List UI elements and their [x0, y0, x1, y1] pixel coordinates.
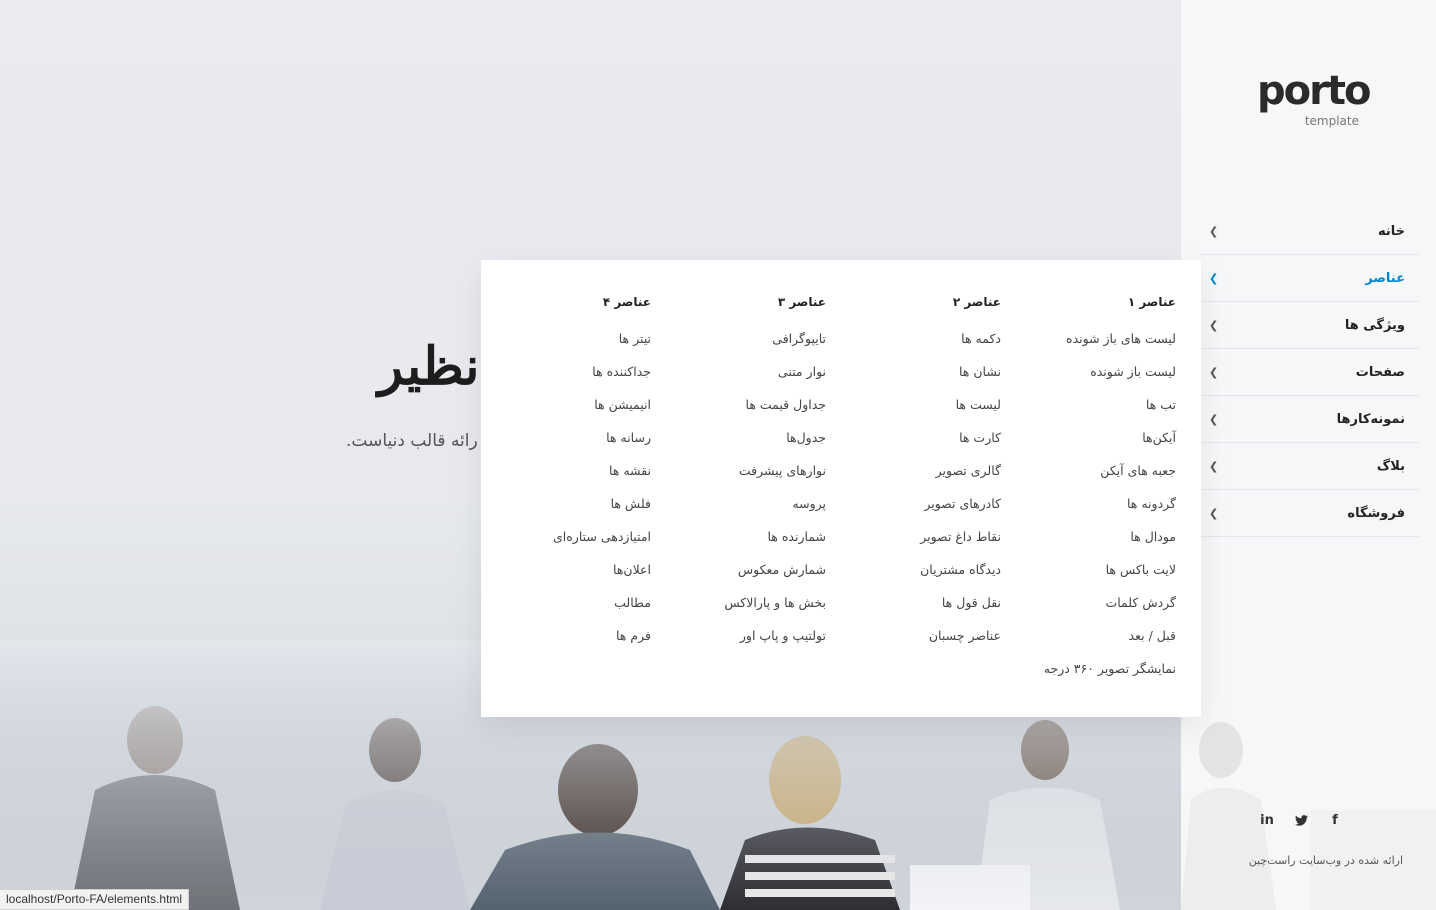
menu-link[interactable]: تولتیپ و پاپ اور [651, 623, 826, 656]
nav-item-label: عناصر [1365, 270, 1405, 286]
chevron-left-icon: ❯ [1209, 365, 1219, 379]
elements-mega-menu: عناصر ۱ لیست های باز شونده لیست باز شوند… [481, 260, 1201, 717]
logo-wordmark: porto [1257, 68, 1371, 114]
chevron-left-icon: ❯ [1209, 271, 1219, 285]
menu-link[interactable]: تب ها [1001, 392, 1176, 425]
menu-link[interactable]: نشان ها [826, 359, 1001, 392]
menu-link[interactable]: لایت باکس ها [1001, 557, 1176, 590]
menu-link[interactable]: نمایشگر تصویر ۳۶۰ درجه [1001, 656, 1176, 689]
chevron-left-icon: ❯ [1209, 506, 1219, 520]
nav-item-label: صفحات [1355, 364, 1405, 380]
menu-link[interactable]: نوارهای پیشرفت [651, 458, 826, 491]
menu-link[interactable]: نوار متنی [651, 359, 826, 392]
nav-item-label: خانه [1377, 223, 1405, 239]
logo-tagline: template [1304, 114, 1359, 128]
menu-link[interactable]: کادرهای تصویر [826, 491, 1001, 524]
menu-link[interactable]: تایپوگرافی [651, 326, 826, 359]
menu-link[interactable]: انیمیشن ها [476, 392, 651, 425]
menu-link[interactable]: فرم ها [476, 623, 651, 656]
menu-link[interactable]: شمارش معکوس [651, 557, 826, 590]
sidebar-photo [1181, 690, 1436, 910]
nav-item-blog[interactable]: بلاگ ❯ [1199, 443, 1419, 490]
menu-link[interactable]: نقشه ها [476, 458, 651, 491]
menu-link[interactable]: تیتر ها [476, 326, 651, 359]
nav-item-label: نمونه‌کارها [1336, 411, 1405, 427]
nav-item-portfolio[interactable]: نمونه‌کارها ❯ [1199, 396, 1419, 443]
menu-column-3: عناصر ۳ تایپوگرافی نوار متنی جداول قیمت … [651, 292, 826, 656]
menu-link[interactable]: دکمه ها [826, 326, 1001, 359]
footer-credit: ارائه شده در وب‌سایت راست‌چین [1248, 854, 1403, 867]
facebook-icon[interactable]: f [1327, 810, 1343, 830]
menu-link[interactable]: گردونه ها [1001, 491, 1176, 524]
chevron-left-icon: ❯ [1209, 224, 1219, 238]
menu-link[interactable]: مودال ها [1001, 524, 1176, 557]
menu-column-heading: عناصر ۴ [602, 295, 651, 309]
menu-link[interactable]: جداکننده ها [476, 359, 651, 392]
menu-column-heading: عناصر ۳ [777, 295, 826, 309]
menu-link[interactable]: گردش کلمات [1001, 590, 1176, 623]
nav-item-label: بلاگ [1376, 458, 1405, 474]
main-nav: خانه ❯ عناصر ❯ ویژگی ها ❯ صفحات ❯ نمونه‌… [1199, 208, 1419, 537]
menu-link[interactable]: مطالب [476, 590, 651, 623]
menu-link[interactable]: نقل قول ها [826, 590, 1001, 623]
menu-link[interactable]: امتیازدهی ستاره‌ای [476, 524, 651, 557]
menu-link[interactable]: بخش ها و پارالاکس [651, 590, 826, 623]
nav-item-label: ویژگی ها [1344, 317, 1405, 333]
hero-subtitle: رائه قالب دنیاست. [346, 431, 478, 451]
nav-item-features[interactable]: ویژگی ها ❯ [1199, 302, 1419, 349]
menu-link[interactable]: لیست باز شونده [1001, 359, 1176, 392]
menu-link[interactable]: جعبه های آیکن [1001, 458, 1176, 491]
sidebar: porto template خانه ❯ عناصر ❯ ویژگی ها ❯… [1181, 0, 1436, 910]
menu-link[interactable]: رسانه ها [476, 425, 651, 458]
chevron-left-icon: ❯ [1209, 412, 1219, 426]
menu-column-4: عناصر ۴ تیتر ها جداکننده ها انیمیشن ها ر… [476, 292, 651, 656]
nav-item-pages[interactable]: صفحات ❯ [1199, 349, 1419, 396]
chevron-left-icon: ❯ [1209, 459, 1219, 473]
menu-link[interactable]: آیکن‌ها [1001, 425, 1176, 458]
nav-item-home[interactable]: خانه ❯ [1199, 208, 1419, 255]
menu-link[interactable]: جدول‌ها [651, 425, 826, 458]
menu-link[interactable]: دیدگاه مشتریان [826, 557, 1001, 590]
menu-link[interactable]: پروسه [651, 491, 826, 524]
browser-status-url: localhost/Porto-FA/elements.html [0, 889, 190, 910]
nav-item-elements[interactable]: عناصر ❯ [1199, 255, 1419, 302]
menu-link[interactable]: نقاط داغ تصویر [826, 524, 1001, 557]
menu-column-1: عناصر ۱ لیست های باز شونده لیست باز شوند… [1001, 292, 1176, 689]
logo[interactable]: porto template [1257, 68, 1371, 133]
menu-link[interactable]: شمارنده ها [651, 524, 826, 557]
menu-link[interactable]: قبل / بعد [1001, 623, 1176, 656]
menu-link[interactable]: لیست ها [826, 392, 1001, 425]
nav-item-shop[interactable]: فروشگاه ❯ [1199, 490, 1419, 537]
menu-link[interactable]: کارت ها [826, 425, 1001, 458]
menu-link[interactable]: گالری تصویر [826, 458, 1001, 491]
twitter-icon[interactable] [1293, 810, 1309, 830]
menu-column-heading: عناصر ۲ [952, 295, 1001, 309]
menu-link[interactable]: جداول قیمت ها [651, 392, 826, 425]
chevron-left-icon: ❯ [1209, 318, 1219, 332]
nav-item-label: فروشگاه [1347, 505, 1405, 521]
menu-link[interactable]: اعلان‌ها [476, 557, 651, 590]
menu-link[interactable]: لیست های باز شونده [1001, 326, 1176, 359]
menu-link[interactable]: عناصر چسبان [826, 623, 1001, 656]
menu-column-heading: عناصر ۱ [1127, 295, 1176, 309]
menu-column-2: عناصر ۲ دکمه ها نشان ها لیست ها کارت ها … [826, 292, 1001, 656]
menu-link[interactable]: فلش ها [476, 491, 651, 524]
social-links: in f [1259, 810, 1343, 830]
linkedin-icon[interactable]: in [1259, 810, 1275, 830]
hero-title: نظیر [378, 336, 480, 397]
